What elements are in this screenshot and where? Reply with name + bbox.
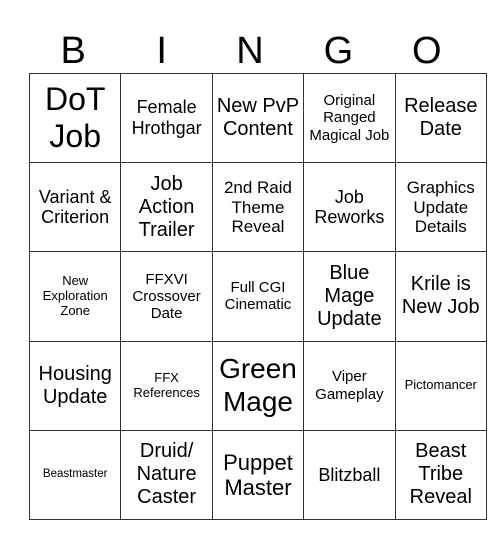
bingo-cell[interactable]: Green Mage xyxy=(211,340,305,431)
bingo-row: Housing Update FFX References Green Mage… xyxy=(28,340,487,431)
header-letter-g: G xyxy=(323,30,354,72)
bingo-cell[interactable]: Krile is New Job xyxy=(394,251,487,342)
bingo-cell[interactable]: Blitzball xyxy=(303,429,396,520)
bingo-cell[interactable]: Full CGI Cinematic xyxy=(211,251,305,342)
bingo-cell[interactable]: Pictomancer xyxy=(394,340,487,431)
bingo-cell[interactable]: Beast Tribe Reveal xyxy=(394,429,487,520)
bingo-cell[interactable]: Female Hrothgar xyxy=(120,72,213,164)
header-letter-n: N xyxy=(236,30,264,72)
bingo-row: DoT Job Female Hrothgar New PvP Content … xyxy=(28,72,487,164)
bingo-cell[interactable]: Beastmaster xyxy=(28,429,122,520)
bingo-cell[interactable]: Job Action Trailer xyxy=(120,162,213,253)
bingo-cell[interactable]: New PvP Content xyxy=(211,72,305,164)
bingo-row: Beastmaster Druid/ Nature Caster Puppet … xyxy=(28,429,487,520)
header-letter-b: B xyxy=(60,30,86,72)
bingo-cell[interactable]: Viper Gameplay xyxy=(303,340,396,431)
bingo-cell[interactable]: Druid/ Nature Caster xyxy=(120,429,213,520)
bingo-cell[interactable]: Blue Mage Update xyxy=(303,251,396,342)
bingo-cell[interactable]: Job Reworks xyxy=(303,162,396,253)
bingo-cell[interactable]: 2nd Raid Theme Reveal xyxy=(211,162,305,253)
bingo-cell[interactable]: DoT Job xyxy=(28,72,122,164)
bingo-cell[interactable]: Housing Update xyxy=(28,340,122,431)
bingo-cell[interactable]: Graphics Update Details xyxy=(394,162,487,253)
bingo-row: Variant & Criterion Job Action Trailer 2… xyxy=(28,162,487,253)
bingo-cell[interactable]: Puppet Master xyxy=(211,429,305,520)
bingo-cell[interactable]: FFX References xyxy=(120,340,213,431)
bingo-cell[interactable]: Variant & Criterion xyxy=(28,162,122,253)
bingo-cell[interactable]: FFXVI Crossover Date xyxy=(120,251,213,342)
bingo-row: New Exploration Zone FFXVI Crossover Dat… xyxy=(28,251,487,342)
header-letter-i: I xyxy=(156,30,167,72)
header-letter-o: O xyxy=(412,30,442,72)
bingo-cell[interactable]: Original Ranged Magical Job xyxy=(303,72,396,164)
bingo-header: B I N G O xyxy=(29,30,471,72)
bingo-cell[interactable]: Release Date xyxy=(394,72,487,164)
bingo-cell[interactable]: New Exploration Zone xyxy=(28,251,122,342)
bingo-grid: DoT Job Female Hrothgar New PvP Content … xyxy=(28,72,487,520)
